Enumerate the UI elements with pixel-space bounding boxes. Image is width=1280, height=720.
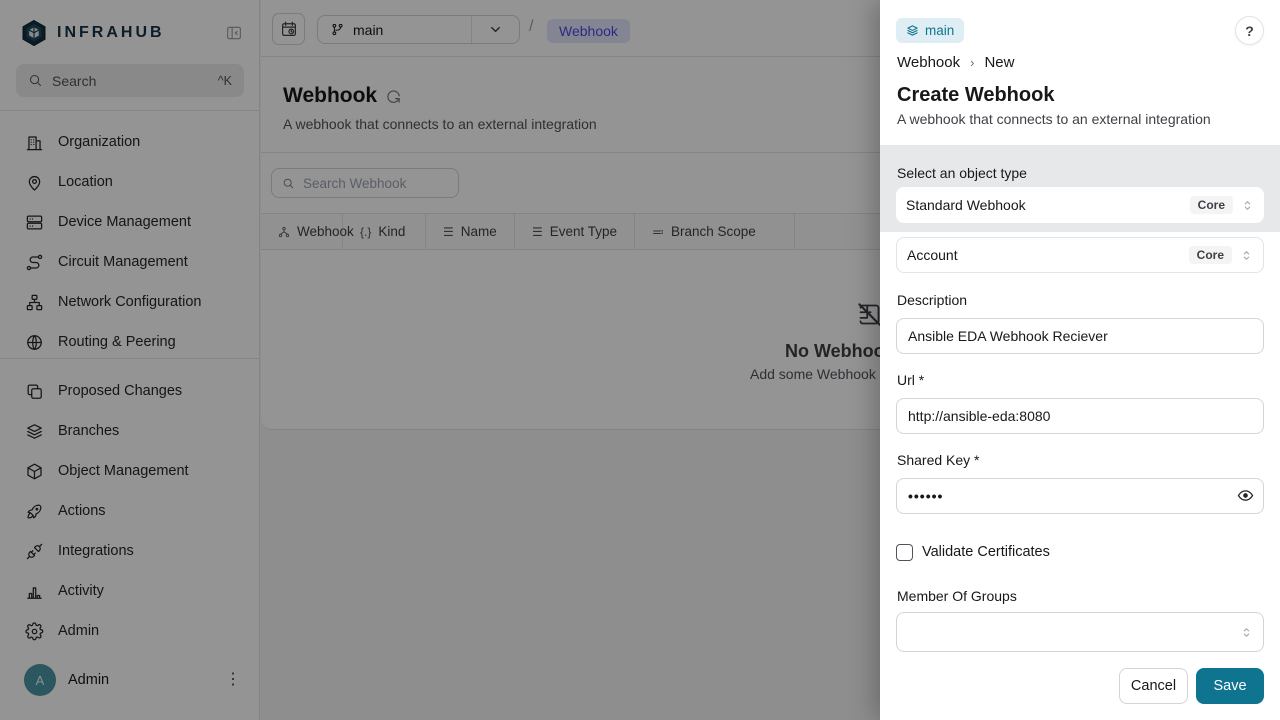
create-webhook-drawer: main ? Webhook › New Create Webhook A we… — [880, 0, 1280, 720]
member-of-groups-label: Member Of Groups — [897, 588, 1017, 604]
core-badge: Core — [1190, 196, 1233, 214]
object-type-label: Select an object type — [897, 165, 1027, 181]
drawer-branch-badge: main — [896, 18, 964, 43]
member-of-groups-select[interactable] — [896, 612, 1264, 652]
chevron-right-icon: › — [970, 55, 974, 70]
object-type-select[interactable]: Standard Webhook Core — [896, 187, 1264, 223]
url-input[interactable] — [896, 398, 1264, 434]
object-type-section: Select an object type Standard Webhook C… — [880, 145, 1280, 232]
kind-select[interactable]: Account Core — [896, 237, 1264, 273]
save-button[interactable]: Save — [1196, 668, 1264, 704]
eye-icon[interactable] — [1237, 487, 1254, 504]
core-badge: Core — [1189, 246, 1232, 264]
shared-key-label: Shared Key * — [897, 452, 980, 468]
drawer-title: Create Webhook — [897, 84, 1054, 107]
selector-icon — [1240, 626, 1253, 639]
kind-value: Account — [907, 247, 958, 263]
shared-key-input[interactable] — [896, 478, 1264, 514]
drawer-breadcrumb: Webhook › New — [897, 54, 1014, 71]
drawer-subtitle: A webhook that connects to an external i… — [897, 111, 1211, 127]
selector-icon — [1240, 249, 1253, 262]
selector-icon — [1241, 199, 1254, 212]
object-type-value: Standard Webhook — [906, 197, 1026, 213]
validate-certificates-label: Validate Certificates — [922, 544, 1050, 560]
cancel-button[interactable]: Cancel — [1119, 668, 1188, 704]
drawer-branch-name: main — [925, 23, 954, 38]
url-label: Url * — [897, 372, 924, 388]
help-button[interactable]: ? — [1235, 16, 1264, 45]
breadcrumb-parent[interactable]: Webhook — [897, 54, 960, 71]
description-label: Description — [897, 292, 967, 308]
layers-icon — [906, 24, 919, 37]
description-input[interactable] — [896, 318, 1264, 354]
breadcrumb-current: New — [984, 54, 1014, 71]
app: INFRAHUB Search ^K Organization Location — [0, 0, 1280, 720]
validate-certificates-checkbox[interactable] — [896, 544, 913, 561]
